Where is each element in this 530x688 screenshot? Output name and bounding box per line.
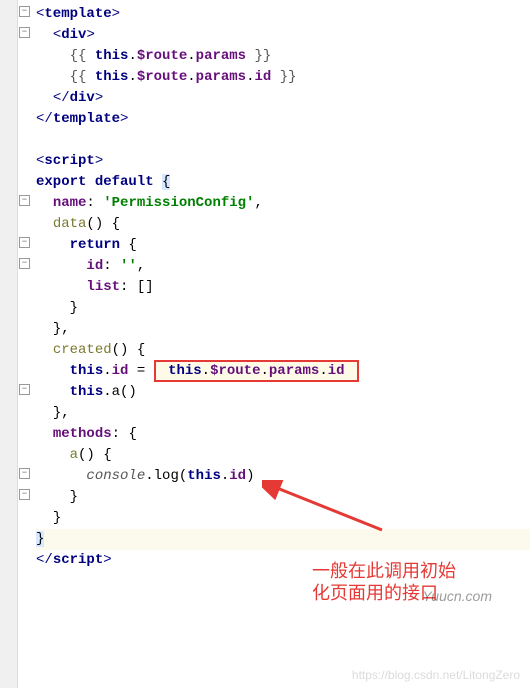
code-editor: − − − − − − − − <template> <div> {{ this… bbox=[0, 0, 530, 688]
fold-icon[interactable]: − bbox=[19, 384, 30, 395]
code-line bbox=[36, 130, 530, 151]
fold-icon[interactable]: − bbox=[19, 195, 30, 206]
code-line: } bbox=[36, 298, 530, 319]
code-line: list: [] bbox=[36, 277, 530, 298]
fold-gutter: − − − − − − − − bbox=[18, 0, 32, 688]
code-line: {{ this.$route.params }} bbox=[36, 46, 530, 67]
fold-icon[interactable]: − bbox=[19, 237, 30, 248]
fold-icon[interactable]: − bbox=[19, 468, 30, 479]
watermark: Yuucn.com bbox=[422, 588, 492, 604]
code-line: } bbox=[36, 529, 530, 550]
code-line: export default { bbox=[36, 172, 530, 193]
fold-icon[interactable]: − bbox=[19, 6, 30, 17]
code-line: <template> bbox=[36, 4, 530, 25]
code-line: console.log(this.id) bbox=[36, 466, 530, 487]
code-line: this.id = this.$route.params.id bbox=[36, 361, 530, 382]
fold-icon[interactable]: − bbox=[19, 489, 30, 500]
fold-icon[interactable]: − bbox=[19, 258, 30, 269]
code-line: <div> bbox=[36, 25, 530, 46]
code-line: name: 'PermissionConfig', bbox=[36, 193, 530, 214]
code-line: </div> bbox=[36, 88, 530, 109]
code-line: }, bbox=[36, 403, 530, 424]
code-area[interactable]: <template> <div> {{ this.$route.params }… bbox=[32, 0, 530, 688]
code-line: </template> bbox=[36, 109, 530, 130]
code-line: }, bbox=[36, 319, 530, 340]
code-line: methods: { bbox=[36, 424, 530, 445]
watermark: https://blog.csdn.net/LitongZero bbox=[352, 668, 520, 682]
code-line: return { bbox=[36, 235, 530, 256]
code-line: id: '', bbox=[36, 256, 530, 277]
line-gutter bbox=[0, 0, 18, 688]
fold-icon[interactable]: − bbox=[19, 27, 30, 38]
code-line: {{ this.$route.params.id }} bbox=[36, 67, 530, 88]
code-line: } bbox=[36, 508, 530, 529]
code-line: this.a() bbox=[36, 382, 530, 403]
code-line: created() { bbox=[36, 340, 530, 361]
code-line: a() { bbox=[36, 445, 530, 466]
code-line: } bbox=[36, 487, 530, 508]
code-line: data() { bbox=[36, 214, 530, 235]
code-line: <script> bbox=[36, 151, 530, 172]
